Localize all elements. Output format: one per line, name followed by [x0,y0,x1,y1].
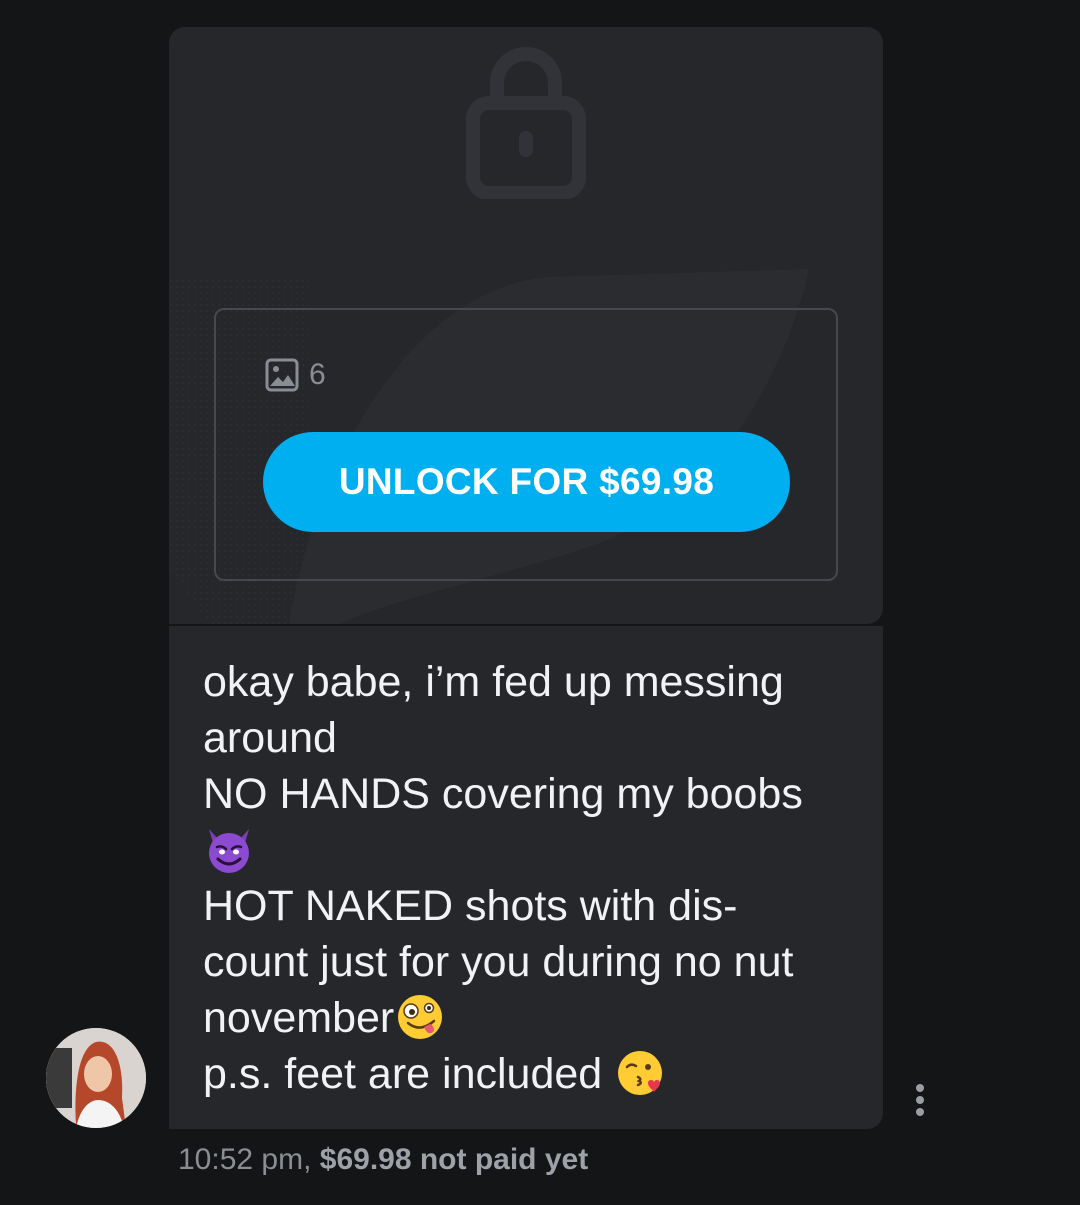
message-line: around [203,714,337,762]
message-line-feet: p.s. feet are included [203,1046,863,1102]
locked-media-card[interactable]: 6 UNLOCK FOR $69.98 [169,27,883,624]
more-dot [916,1084,924,1092]
media-count-value: 6 [309,358,326,391]
message-text: okay babe, i’m fed up messing around NO … [203,654,863,1102]
smiling-devil-line [203,822,863,878]
message-line: p.s. feet are included [203,1050,603,1098]
media-count: 6 [265,358,326,392]
message-time: 10:52 pm, [178,1143,312,1176]
sender-avatar[interactable] [46,1028,146,1128]
message-line: november [203,994,395,1042]
message-line: count just for you during no nut [203,938,794,986]
payment-status: $69.98 not paid yet [319,1143,589,1176]
lock-icon [466,47,586,199]
zany-face-emoji [398,995,443,1039]
more-dot [916,1108,924,1116]
message-meta: 10:52 pm, $69.98 not paid yet [178,1143,588,1177]
chat-view: 6 UNLOCK FOR $69.98 okay babe, i’m fed u… [0,0,1080,1205]
more-options-button[interactable] [900,1076,940,1124]
more-dot [916,1096,924,1104]
message-line-november: november [203,990,863,1046]
message-line: okay babe, i’m fed up messing [203,658,784,706]
purchase-panel: 6 UNLOCK FOR $69.98 [214,308,838,581]
message-bubble: okay babe, i’m fed up messing around NO … [169,626,883,1129]
unlock-button[interactable]: UNLOCK FOR $69.98 [263,432,790,532]
smiling-devil-emoji [209,829,249,873]
message-line: NO HANDS covering my boobs [203,770,803,818]
message-line: HOT NAKED shots with dis- [203,882,738,930]
face-blowing-kiss-emoji [618,1051,663,1095]
avatar-photo [46,1028,146,1128]
image-icon [265,358,299,392]
